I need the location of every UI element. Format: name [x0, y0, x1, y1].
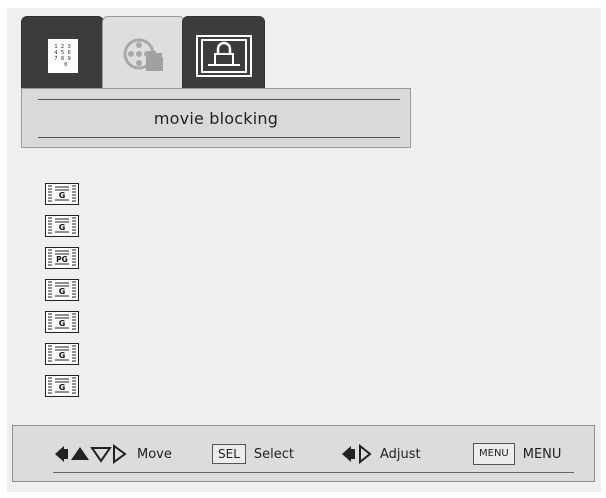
move-hint: Move	[55, 442, 172, 466]
select-hint: SEL Select	[212, 442, 294, 466]
sel-key: SEL	[212, 444, 246, 464]
menu-hint: MENU MENU	[473, 442, 561, 466]
adjust-label: Adjust	[380, 446, 421, 462]
rating-icon[interactable]: G	[45, 215, 79, 237]
rating-label: G	[59, 191, 66, 200]
tab-film[interactable]	[102, 16, 185, 96]
rating-icon[interactable]: G	[45, 311, 79, 333]
menu-key: MENU	[473, 443, 515, 465]
rating-label: G	[59, 319, 66, 328]
help-bar-rule	[53, 472, 574, 473]
rating-label: PG	[56, 255, 68, 264]
film-reel-icon	[123, 38, 163, 71]
rating-icon[interactable]: G	[45, 343, 79, 365]
menu-label: MENU	[522, 446, 562, 462]
menu-title-bar: movie blocking	[21, 88, 411, 148]
arrow-keys-icon	[55, 444, 127, 464]
title-rule-bottom	[38, 137, 400, 138]
rating-label: G	[59, 383, 66, 392]
page-title: movie blocking	[153, 109, 279, 128]
rating-icon[interactable]: G	[45, 375, 79, 397]
left-right-arrows-icon	[342, 444, 372, 464]
lock-icon	[195, 35, 252, 77]
title-rule-top	[38, 99, 400, 100]
keypad-icon: 1 2 3 4 5 6 7 8 9 0	[47, 39, 78, 73]
select-label: Select	[253, 446, 294, 462]
tab-lock[interactable]	[182, 16, 265, 96]
rating-label: G	[59, 223, 66, 232]
move-label: Move	[137, 446, 172, 462]
rating-icon[interactable]: PG	[45, 247, 79, 269]
tab-keypad[interactable]: 1 2 3 4 5 6 7 8 9 0	[21, 16, 104, 96]
rating-icon[interactable]: G	[45, 183, 79, 205]
adjust-hint: Adjust	[342, 442, 421, 466]
help-bar: Move SEL Select Adjust MENU MENU	[12, 425, 595, 482]
rating-label: G	[59, 351, 66, 360]
keypad-digits: 1 2 3 4 5 6 7 8 9 0	[54, 44, 71, 68]
rating-icon[interactable]: G	[45, 279, 79, 301]
rating-label: G	[59, 287, 66, 296]
